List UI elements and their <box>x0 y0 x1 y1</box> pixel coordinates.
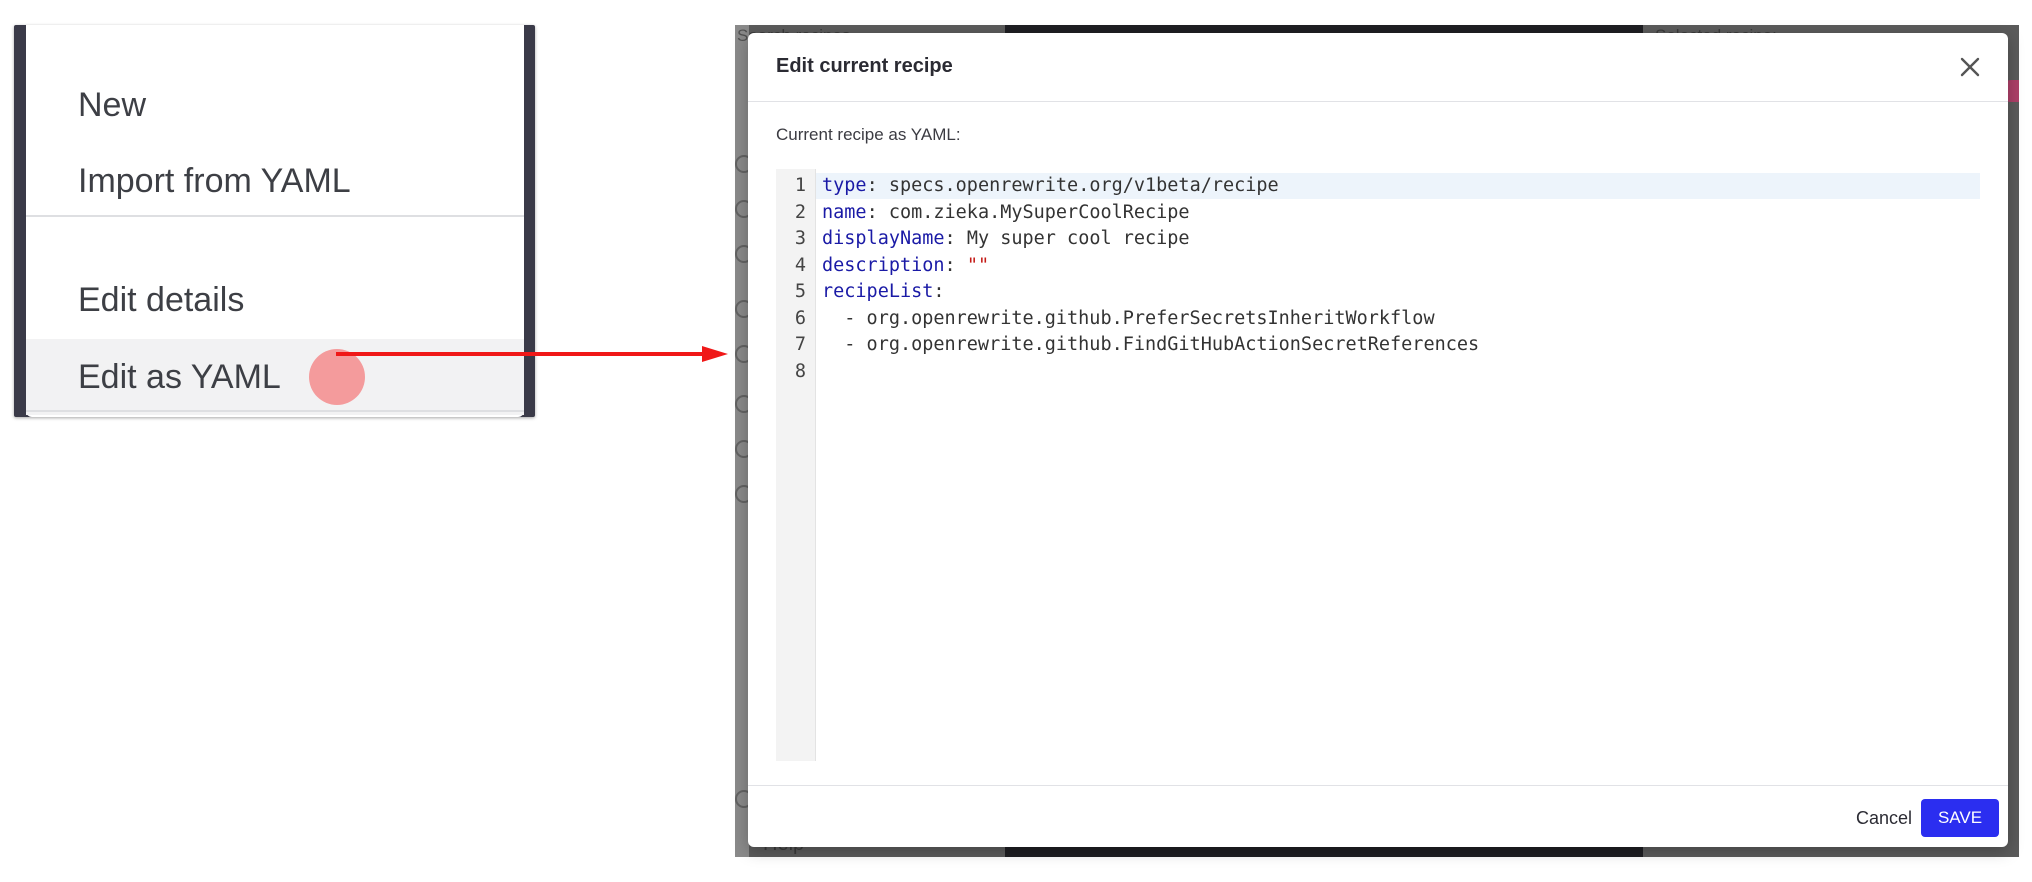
code-text: description: "" <box>816 253 1980 279</box>
yaml-key: recipeList <box>822 281 934 302</box>
code-text: type: specs.openrewrite.org/v1beta/recip… <box>816 173 1980 199</box>
yaml-value: specs.openrewrite.org/v1beta/recipe <box>888 175 1279 196</box>
yaml-value: My super cool recipe <box>966 228 1190 249</box>
yaml-value: - org.openrewrite.github.PreferSecretsIn… <box>822 307 1435 329</box>
line-number: 3 <box>794 228 806 249</box>
yaml-key: type <box>822 175 867 196</box>
menu-item-edit-details[interactable]: Edit details <box>26 262 524 338</box>
arrow-annotation <box>336 346 728 362</box>
line-number: 7 <box>794 334 806 355</box>
line-number: 5 <box>794 281 806 302</box>
yaml-code-editor[interactable]: 1 type: specs.openrewrite.org/v1beta/reci… <box>776 169 1980 761</box>
yaml-value: com.zieka.MySuperCoolRecipe <box>888 201 1190 223</box>
line-number: 2 <box>794 201 806 223</box>
yaml-separator: : <box>866 201 889 223</box>
yaml-separator: : <box>866 175 889 196</box>
code-text: - org.openrewrite.github.PreferSecretsIn… <box>816 306 1980 332</box>
dialog-title: Edit current recipe <box>776 55 953 77</box>
line-number: 6 <box>794 307 806 329</box>
yaml-value: - org.openrewrite.github.FindGitHubActio… <box>822 334 1480 355</box>
code-line: 8 <box>776 359 1980 385</box>
line-number: 4 <box>794 254 806 276</box>
code-line: 4 description: "" <box>776 253 1980 279</box>
close-icon[interactable] <box>1956 53 1984 81</box>
code-line: 3 displayName: My super cool recipe <box>776 226 1980 252</box>
code-line: 2 name: com.zieka.MySuperCoolRecipe <box>776 200 1980 226</box>
code-line: 1 type: specs.openrewrite.org/v1beta/reci… <box>776 173 1980 199</box>
yaml-key: displayName <box>822 228 945 249</box>
line-number: 1 <box>794 175 806 196</box>
code-text: name: com.zieka.MySuperCoolRecipe <box>816 200 1980 226</box>
code-line: 6 - org.openrewrite.github.PreferSecrets… <box>776 306 1980 332</box>
line-number: 8 <box>794 360 806 382</box>
yaml-key: name <box>822 201 867 223</box>
yaml-separator: : <box>944 228 967 249</box>
menu-item-new[interactable]: New <box>26 67 524 143</box>
yaml-label: Current recipe as YAML: <box>776 125 961 144</box>
menu-divider <box>26 215 524 217</box>
code-text: - org.openrewrite.github.FindGitHubActio… <box>816 332 1980 358</box>
header-divider <box>748 101 2008 102</box>
yaml-separator: : <box>933 281 945 302</box>
code-text: recipeList: <box>816 279 1980 305</box>
menu-item-import-yaml[interactable]: Import from YAML <box>26 143 524 219</box>
edit-recipe-dialog: Edit current recipe Current recipe as YA… <box>748 33 2008 847</box>
save-button[interactable]: SAVE <box>1921 799 1999 837</box>
code-line: 7 - org.openrewrite.github.FindGitHubAct… <box>776 332 1980 358</box>
cancel-button[interactable]: Cancel <box>1836 799 1932 837</box>
yaml-value: "" <box>966 254 990 276</box>
yaml-separator: : <box>944 254 967 276</box>
menu-divider <box>26 410 524 412</box>
code-line: 5 recipeList: <box>776 279 1980 305</box>
code-text: displayName: My super cool recipe <box>816 226 1980 252</box>
footer-divider <box>748 785 2008 786</box>
yaml-key: description <box>822 254 945 276</box>
